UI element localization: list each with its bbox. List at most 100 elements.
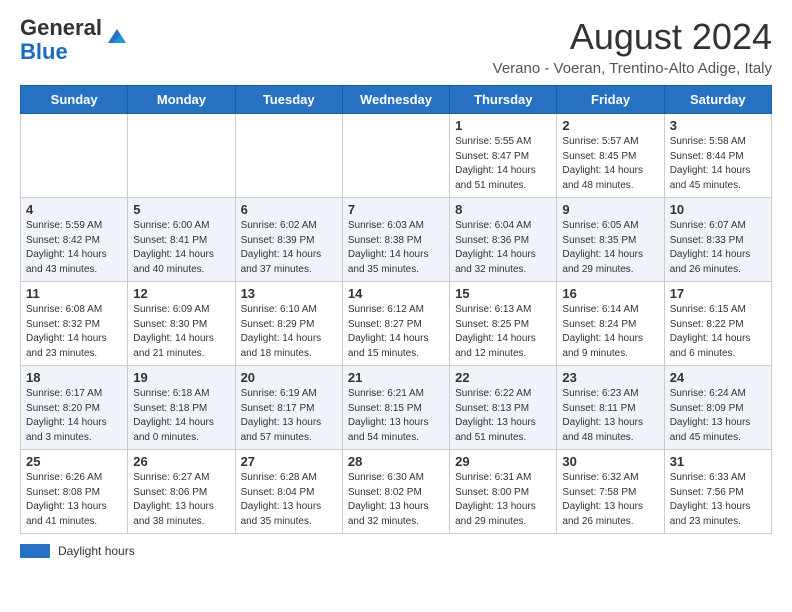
calendar-cell: 21 Sunrise: 6:21 AM Sunset: 8:15 PM Dayli… [342,366,449,450]
calendar-cell: 13 Sunrise: 6:10 AM Sunset: 8:29 PM Dayli… [235,282,342,366]
calendar-cell: 18Sunrise: 6:17 AM Sunset: 8:20 PM Dayli… [21,366,128,450]
day-info: Sunrise: 6:21 AM Sunset: 8:15 PM Dayligh… [348,387,444,445]
calendar-cell: 24Sunrise: 6:24 AM Sunset: 8:09 PM Dayli… [664,366,771,450]
day-info: Sunrise: 5:55 AM Sunset: 8:47 PM Dayligh… [455,135,551,193]
day-info: Sunrise: 6:04 AM Sunset: 8:36 PM Dayligh… [455,219,551,277]
calendar-cell: 31 Sunrise: 6:33 AM Sunset: 7:56 PM Dayli… [664,450,771,534]
calendar-cell: 15 Sunrise: 6:13 AM Sunset: 8:25 PM Dayli… [450,282,557,366]
calendar-week-row: 18Sunrise: 6:17 AM Sunset: 8:20 PM Dayli… [21,366,772,450]
day-info: Sunrise: 6:19 AM Sunset: 8:17 PM Dayligh… [241,387,337,445]
day-number: 16 [562,286,658,301]
day-number: 11 [26,286,122,301]
day-info: Sunrise: 5:58 AM Sunset: 8:44 PM Dayligh… [670,135,766,193]
day-info: Sunrise: 6:15 AM Sunset: 8:22 PM Dayligh… [670,303,766,361]
day-number: 14 [348,286,444,301]
day-number: 27 [241,454,337,469]
day-info: Sunrise: 6:28 AM Sunset: 8:04 PM Dayligh… [241,471,337,529]
calendar-cell: 2 Sunrise: 5:57 AM Sunset: 8:45 PM Daylig… [557,114,664,198]
day-number: 1 [455,118,551,133]
calendar-cell: 23Sunrise: 6:23 AM Sunset: 8:11 PM Dayli… [557,366,664,450]
month-year: August 2024 [493,16,772,58]
day-info: Sunrise: 6:18 AM Sunset: 8:18 PM Dayligh… [133,387,229,445]
weekday-header: Sunday [21,86,128,114]
calendar-cell: 19 Sunrise: 6:18 AM Sunset: 8:18 PM Dayli… [128,366,235,450]
calendar-cell: 26Sunrise: 6:27 AM Sunset: 8:06 PM Dayli… [128,450,235,534]
day-number: 29 [455,454,551,469]
day-number: 28 [348,454,444,469]
calendar-cell [235,114,342,198]
day-info: Sunrise: 6:13 AM Sunset: 8:25 PM Dayligh… [455,303,551,361]
calendar-cell: 9 Sunrise: 6:05 AM Sunset: 8:35 PM Daylig… [557,198,664,282]
day-number: 18 [26,370,122,385]
calendar-cell: 6Sunrise: 6:02 AM Sunset: 8:39 PM Daylig… [235,198,342,282]
day-number: 30 [562,454,658,469]
day-info: Sunrise: 6:14 AM Sunset: 8:24 PM Dayligh… [562,303,658,361]
daylight-color-box [20,544,50,558]
calendar-cell: 7 Sunrise: 6:03 AM Sunset: 8:38 PM Daylig… [342,198,449,282]
day-number: 10 [670,202,766,217]
calendar-week-row: 11Sunrise: 6:08 AM Sunset: 8:32 PM Dayli… [21,282,772,366]
logo-icon [106,25,128,47]
day-number: 26 [133,454,229,469]
location: Verano - Voeran, Trentino-Alto Adige, It… [493,60,772,77]
calendar-cell: 29 Sunrise: 6:31 AM Sunset: 8:00 PM Dayli… [450,450,557,534]
day-info: Sunrise: 6:26 AM Sunset: 8:08 PM Dayligh… [26,471,122,529]
day-info: Sunrise: 6:00 AM Sunset: 8:41 PM Dayligh… [133,219,229,277]
day-info: Sunrise: 6:09 AM Sunset: 8:30 PM Dayligh… [133,303,229,361]
day-info: Sunrise: 6:10 AM Sunset: 8:29 PM Dayligh… [241,303,337,361]
weekday-header: Monday [128,86,235,114]
calendar-cell [342,114,449,198]
calendar-week-row: 25 Sunrise: 6:26 AM Sunset: 8:08 PM Dayli… [21,450,772,534]
calendar: SundayMondayTuesdayWednesdayThursdayFrid… [20,85,772,534]
calendar-cell: 12 Sunrise: 6:09 AM Sunset: 8:30 PM Dayli… [128,282,235,366]
day-info: Sunrise: 6:31 AM Sunset: 8:00 PM Dayligh… [455,471,551,529]
calendar-week-row: 4Sunrise: 5:59 AM Sunset: 8:42 PM Daylig… [21,198,772,282]
calendar-cell: 4Sunrise: 5:59 AM Sunset: 8:42 PM Daylig… [21,198,128,282]
day-info: Sunrise: 6:12 AM Sunset: 8:27 PM Dayligh… [348,303,444,361]
calendar-cell: 27 Sunrise: 6:28 AM Sunset: 8:04 PM Dayli… [235,450,342,534]
title-block: August 2024 Verano - Voeran, Trentino-Al… [493,16,772,77]
daylight-label: Daylight hours [58,544,135,558]
day-number: 19 [133,370,229,385]
page: General Blue August 2024 Verano - Voeran… [0,0,792,578]
day-number: 12 [133,286,229,301]
calendar-cell: 17Sunrise: 6:15 AM Sunset: 8:22 PM Dayli… [664,282,771,366]
day-info: Sunrise: 6:03 AM Sunset: 8:38 PM Dayligh… [348,219,444,277]
day-number: 25 [26,454,122,469]
day-info: Sunrise: 6:32 AM Sunset: 7:58 PM Dayligh… [562,471,658,529]
day-number: 23 [562,370,658,385]
day-info: Sunrise: 5:57 AM Sunset: 8:45 PM Dayligh… [562,135,658,193]
day-info: Sunrise: 6:02 AM Sunset: 8:39 PM Dayligh… [241,219,337,277]
day-info: Sunrise: 6:33 AM Sunset: 7:56 PM Dayligh… [670,471,766,529]
weekday-header: Thursday [450,86,557,114]
weekday-header: Saturday [664,86,771,114]
calendar-cell: 5 Sunrise: 6:00 AM Sunset: 8:41 PM Daylig… [128,198,235,282]
calendar-cell: 20 Sunrise: 6:19 AM Sunset: 8:17 PM Dayli… [235,366,342,450]
calendar-cell [128,114,235,198]
day-number: 15 [455,286,551,301]
calendar-cell: 3 Sunrise: 5:58 AM Sunset: 8:44 PM Daylig… [664,114,771,198]
day-number: 31 [670,454,766,469]
day-number: 9 [562,202,658,217]
day-number: 13 [241,286,337,301]
weekday-header: Tuesday [235,86,342,114]
day-number: 3 [670,118,766,133]
calendar-cell: 10Sunrise: 6:07 AM Sunset: 8:33 PM Dayli… [664,198,771,282]
calendar-cell [21,114,128,198]
logo-blue: Blue [20,39,68,64]
day-number: 2 [562,118,658,133]
day-number: 21 [348,370,444,385]
calendar-cell: 22Sunrise: 6:22 AM Sunset: 8:13 PM Dayli… [450,366,557,450]
day-number: 7 [348,202,444,217]
logo: General Blue [20,16,128,64]
day-number: 5 [133,202,229,217]
day-number: 20 [241,370,337,385]
day-info: Sunrise: 6:05 AM Sunset: 8:35 PM Dayligh… [562,219,658,277]
calendar-cell: 28 Sunrise: 6:30 AM Sunset: 8:02 PM Dayli… [342,450,449,534]
calendar-cell: 11Sunrise: 6:08 AM Sunset: 8:32 PM Dayli… [21,282,128,366]
calendar-cell: 25 Sunrise: 6:26 AM Sunset: 8:08 PM Dayli… [21,450,128,534]
weekday-header: Wednesday [342,86,449,114]
day-info: Sunrise: 6:30 AM Sunset: 8:02 PM Dayligh… [348,471,444,529]
weekday-header: Friday [557,86,664,114]
logo-general: General [20,15,102,40]
